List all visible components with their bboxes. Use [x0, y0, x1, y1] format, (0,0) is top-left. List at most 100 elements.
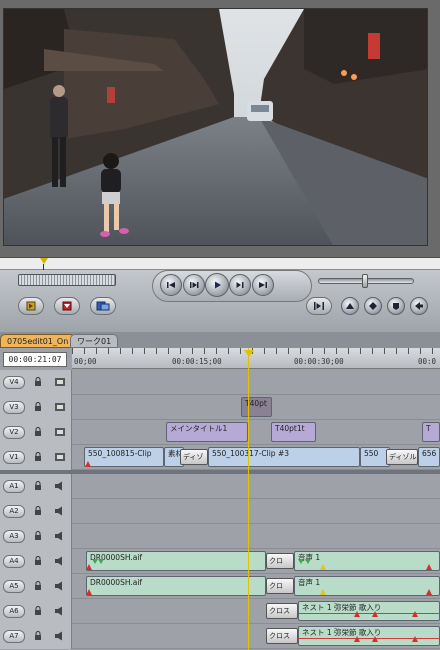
speaker-icon[interactable] [54, 606, 66, 616]
audio-clip[interactable]: 音声 1 [294, 551, 440, 571]
lock-icon[interactable] [34, 506, 42, 516]
transition-clip[interactable]: クロス [266, 603, 298, 619]
keyframe-marker-yellow[interactable] [320, 589, 326, 595]
track-label[interactable]: A6 [3, 605, 25, 618]
transition-clip[interactable]: クロ [266, 578, 294, 594]
play-in-to-out-button[interactable] [183, 274, 205, 296]
keyframe-marker[interactable] [426, 589, 432, 595]
tab-sequence-2[interactable]: ワーク01 [70, 334, 119, 348]
speaker-icon[interactable] [54, 556, 66, 566]
keyframe-marker-green[interactable] [98, 559, 104, 564]
keyframe-marker[interactable] [86, 564, 92, 570]
audio-clip[interactable]: 音声 1 [294, 576, 440, 596]
lock-icon[interactable] [34, 531, 42, 541]
playhead-handle-icon[interactable] [244, 350, 254, 357]
track-label[interactable]: A4 [3, 555, 25, 568]
add-keyframe-button[interactable] [364, 297, 382, 315]
track-a1: A1 [0, 474, 440, 499]
playhead-marker-icon[interactable] [40, 258, 48, 264]
volume-line[interactable] [298, 613, 440, 614]
video-clip[interactable]: 656 [418, 447, 440, 467]
track-label[interactable]: A1 [3, 480, 25, 493]
timeline-panel: 00:00:21:07 00;00 00:00:15;00 00:00:30;0… [0, 348, 440, 650]
add-marker-round-button[interactable] [387, 297, 405, 315]
timecode-field[interactable]: 00:00:21:07 [3, 352, 67, 367]
lock-icon[interactable] [34, 581, 42, 591]
keyframe-marker[interactable] [85, 461, 91, 467]
mark-out-button[interactable] [54, 297, 80, 315]
speaker-icon[interactable] [54, 481, 66, 491]
keyframe-marker-yellow[interactable] [320, 564, 326, 570]
title-clip[interactable]: T40pt1t [271, 422, 316, 442]
add-marker-button[interactable] [90, 297, 116, 315]
speaker-icon[interactable] [54, 581, 66, 591]
overwrite-icon [96, 301, 110, 311]
lock-icon[interactable] [34, 556, 42, 566]
ruler-label: 00;00 [74, 357, 97, 366]
keyframe-marker[interactable] [372, 611, 378, 617]
track-label[interactable]: V2 [3, 426, 25, 439]
lock-icon[interactable] [34, 377, 42, 387]
mark-clip-button[interactable] [341, 297, 359, 315]
tab-sequence-1[interactable]: 0705edit01_On [0, 334, 76, 348]
keyframe-marker[interactable] [354, 611, 360, 617]
video-clip[interactable]: 550_100317-Clip #3 [208, 447, 360, 467]
video-frame[interactable] [3, 8, 428, 246]
lock-icon[interactable] [34, 452, 42, 462]
match-frame-button[interactable] [306, 297, 332, 315]
keyframe-marker[interactable] [354, 636, 360, 642]
track-label[interactable]: A3 [3, 530, 25, 543]
lock-icon[interactable] [34, 427, 42, 437]
track-label[interactable]: V4 [3, 376, 25, 389]
transition-clip[interactable]: クロス [266, 628, 298, 644]
shuttle-control[interactable] [18, 274, 116, 286]
title-clip[interactable]: メインタイトル1 [166, 422, 248, 442]
keyframe-marker[interactable] [86, 589, 92, 595]
audio-clip[interactable]: ネスト 1 弥栄節 歌入り [298, 601, 440, 621]
keyframe-marker-green[interactable] [298, 559, 304, 564]
track-label[interactable]: A2 [3, 505, 25, 518]
lock-icon[interactable] [34, 631, 42, 641]
speaker-icon[interactable] [54, 631, 66, 641]
title-clip[interactable]: T40pt [241, 397, 272, 417]
lock-icon[interactable] [34, 606, 42, 616]
track-label[interactable]: A5 [3, 580, 25, 593]
keyframe-marker-green[interactable] [305, 559, 311, 564]
next-button[interactable] [410, 297, 428, 315]
film-icon[interactable] [54, 427, 66, 437]
timeline-playhead[interactable] [248, 348, 249, 650]
track-label[interactable]: V1 [3, 451, 25, 464]
transition-clip[interactable]: ディゾル [386, 449, 418, 465]
speaker-icon[interactable] [54, 531, 66, 541]
lock-icon[interactable] [34, 481, 42, 491]
next-edit-button[interactable] [252, 274, 274, 296]
title-clip[interactable]: T [422, 422, 440, 442]
audio-clip[interactable]: DR0000SH.aif [86, 551, 266, 571]
mark-in-button[interactable] [18, 297, 44, 315]
keyframe-marker[interactable] [412, 636, 418, 642]
film-icon[interactable] [54, 402, 66, 412]
transition-clip[interactable]: ディゾ [180, 449, 208, 465]
track-label[interactable]: A7 [3, 630, 25, 643]
film-icon[interactable] [54, 377, 66, 387]
speaker-icon[interactable] [54, 506, 66, 516]
film-icon[interactable] [54, 452, 66, 462]
keyframe-marker[interactable] [412, 611, 418, 617]
track-label[interactable]: V3 [3, 401, 25, 414]
video-clip[interactable]: 550_100815-Clip [84, 447, 164, 467]
track-v4: V4 [0, 370, 440, 395]
scrubber-bar[interactable] [0, 258, 440, 270]
time-ruler[interactable]: 00;00 00:00:15;00 00:00:30;00 00:0 [72, 348, 440, 369]
play-button[interactable] [205, 273, 229, 297]
audio-clip[interactable]: DR0000SH.aif [86, 576, 266, 596]
transition-clip[interactable]: クロ [266, 553, 294, 569]
volume-line[interactable] [298, 638, 440, 639]
keyframe-marker[interactable] [372, 636, 378, 642]
play-around-button[interactable] [229, 274, 251, 296]
track-header: V3 [0, 395, 72, 420]
lock-icon[interactable] [34, 402, 42, 412]
jog-slider-thumb[interactable] [362, 274, 368, 288]
keyframe-marker[interactable] [426, 564, 432, 570]
prev-edit-button[interactable] [160, 274, 182, 296]
audio-clip[interactable]: ネスト 1 弥栄節 歌入り [298, 626, 440, 646]
